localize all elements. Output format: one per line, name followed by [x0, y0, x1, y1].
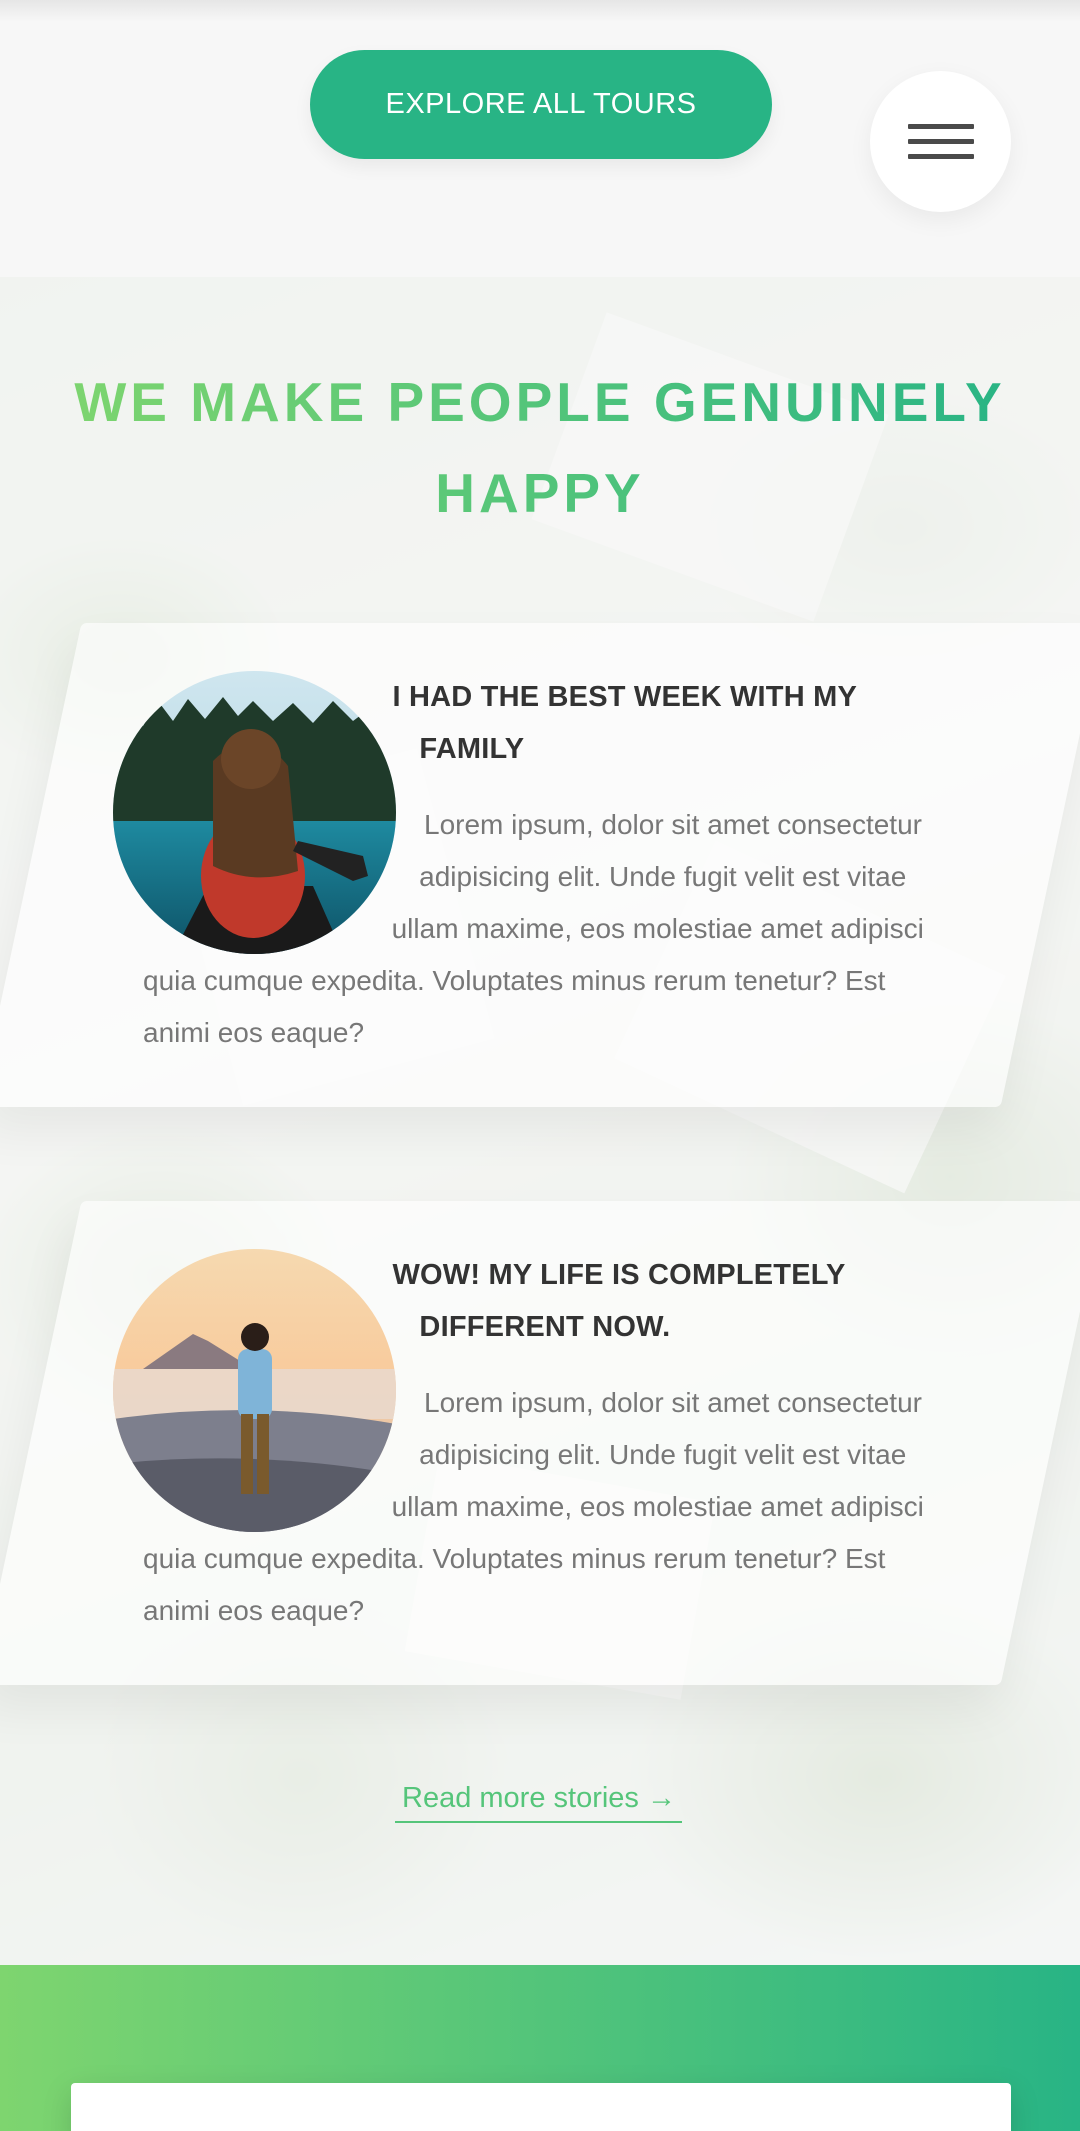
- explore-all-tours-button[interactable]: EXPLORE ALL TOURS: [310, 50, 772, 159]
- read-more-stories-link[interactable]: Read more stories →: [395, 1782, 682, 1823]
- hamburger-menu-icon-bar: [908, 139, 974, 144]
- section-heading: WE MAKE PEOPLE GENUINELY HAPPY: [60, 357, 1020, 539]
- hamburger-menu-icon: [908, 124, 974, 129]
- booking-section: [0, 1965, 1080, 2131]
- header-area: EXPLORE ALL TOURS: [0, 0, 1080, 277]
- top-shadow: [0, 0, 1080, 22]
- navigation-menu-button[interactable]: [870, 71, 1011, 212]
- booking-card: [71, 2083, 1011, 2131]
- story-avatar-kayak-woman: [113, 671, 396, 954]
- stories-section: WE MAKE PEOPLE GENUINELY HAPPY I HAD THE…: [0, 277, 1080, 1965]
- story-card: WOW! MY LIFE IS COMPLETELY DIFFERENT NOW…: [0, 1201, 1080, 1685]
- story-avatar-mountain-man: [113, 1249, 396, 1532]
- story-card: I HAD THE BEST WEEK WITH MY FAMILY Lorem…: [0, 623, 1080, 1107]
- hamburger-menu-icon-bar: [908, 154, 974, 159]
